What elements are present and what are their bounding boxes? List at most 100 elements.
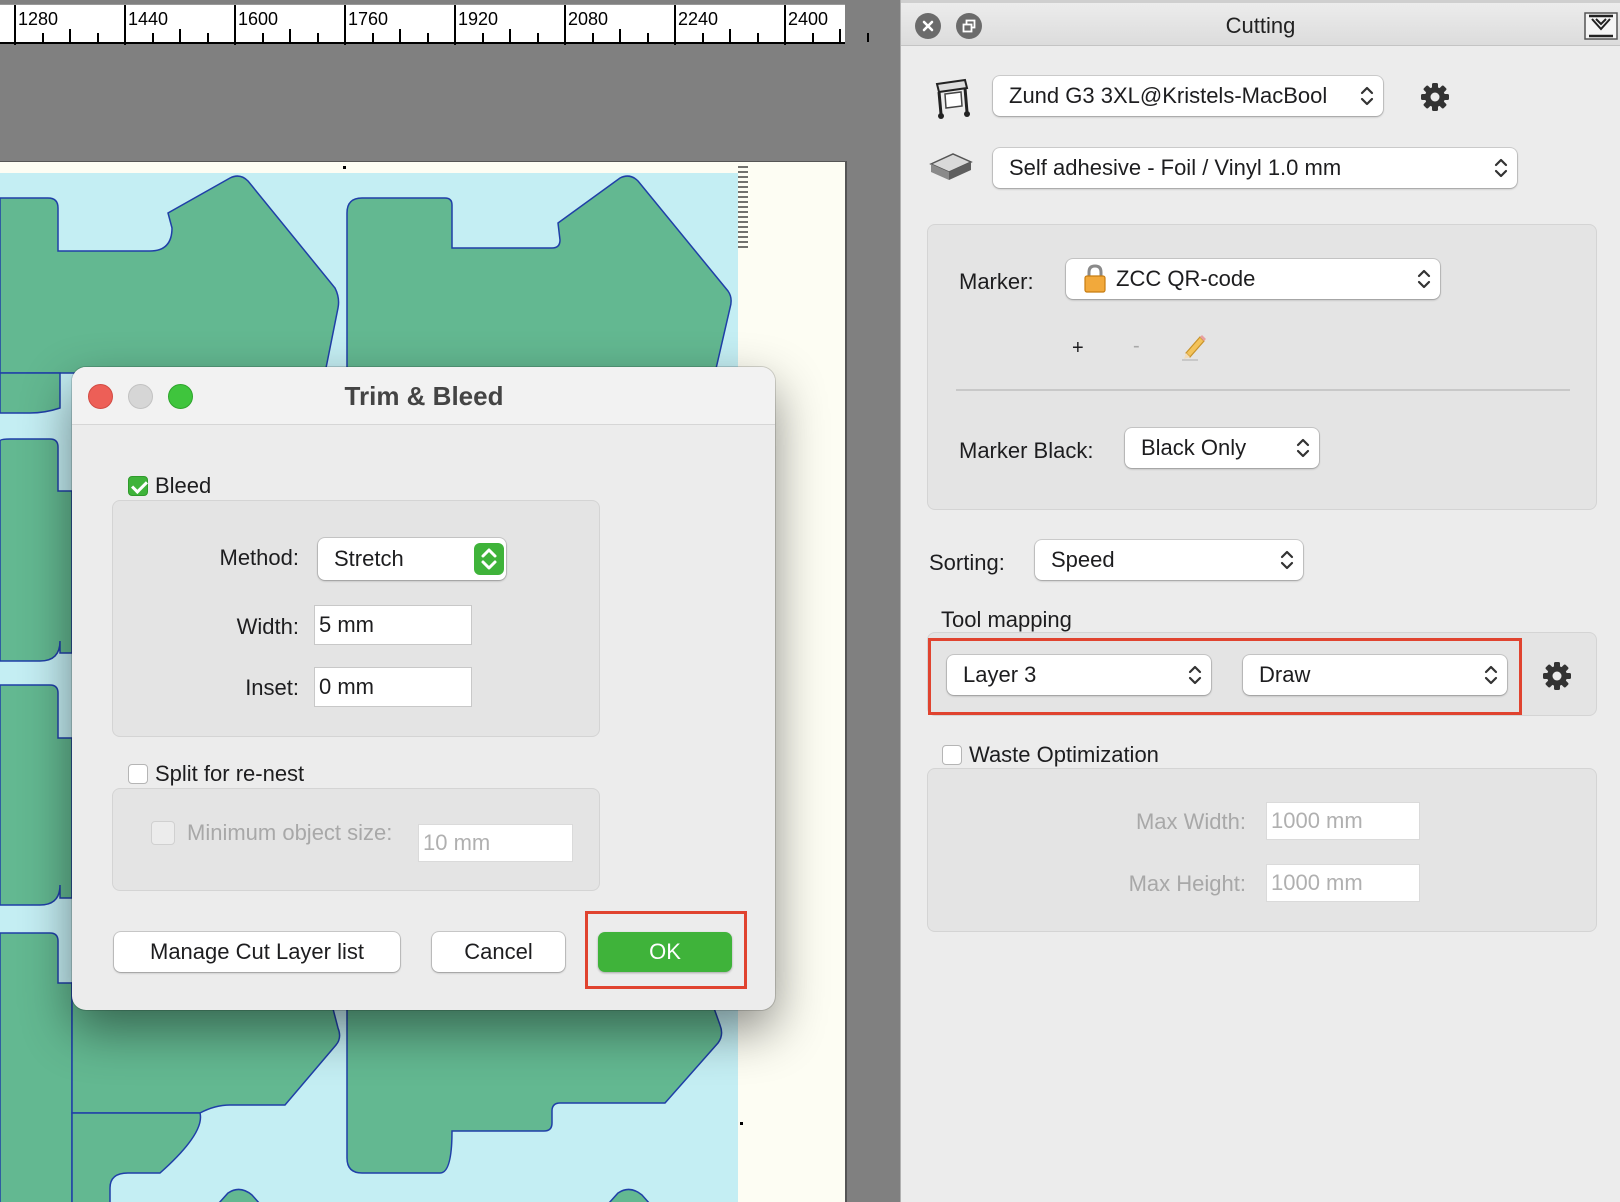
- max-height-input[interactable]: 1000 mm: [1266, 864, 1420, 902]
- ruler-label: 1440: [128, 9, 169, 29]
- ruler-label: 1280: [18, 9, 59, 29]
- remove-marker-button[interactable]: -: [1133, 335, 1140, 358]
- ruler-major-tick: [674, 5, 676, 45]
- marker-value: ZCC QR-code: [1116, 266, 1256, 291]
- registration-mark: [343, 166, 346, 169]
- ruler-minor-tick: [811, 33, 814, 42]
- ruler-minor-tick: [289, 29, 291, 42]
- lock-icon: [1084, 264, 1106, 293]
- dialog-titlebar[interactable]: Trim & Bleed: [72, 367, 775, 425]
- panel-titlebar[interactable]: Cutting: [901, 0, 1620, 46]
- ruler-minor-tick: [591, 33, 594, 42]
- marker-black-label: Marker Black:: [959, 438, 1094, 463]
- tool-mapping-settings-gear-icon[interactable]: [1541, 660, 1573, 692]
- material-select[interactable]: Self adhesive - Foil / Vinyl 1.0 mm: [993, 148, 1517, 188]
- ruler-minor-tick: [41, 33, 44, 42]
- ruler-label: 1600: [238, 9, 279, 29]
- chevron-updown-icon: [1296, 438, 1310, 458]
- min-object-size-input[interactable]: 10 mm: [418, 824, 573, 862]
- ruler-major-tick: [124, 5, 126, 45]
- registration-mark: [740, 1122, 743, 1125]
- ruler-major-tick: [564, 5, 566, 45]
- max-width-label: Max Width:: [1135, 809, 1246, 834]
- bleed-checkbox[interactable]: [128, 476, 148, 496]
- bleed-label: Bleed: [155, 473, 212, 498]
- max-width-input[interactable]: 1000 mm: [1266, 802, 1420, 840]
- method-select[interactable]: Stretch: [318, 538, 506, 580]
- ruler-minor-tick: [839, 29, 841, 42]
- ruler-label: 2080: [568, 9, 609, 29]
- material-value: Self adhesive - Foil / Vinyl 1.0 mm: [1009, 155, 1342, 180]
- marker-strip: [738, 166, 748, 251]
- chevron-updown-icon: [1417, 269, 1431, 289]
- waste-optimization-label: Waste Optimization: [969, 742, 1159, 767]
- dialog-title: Trim & Bleed: [344, 381, 504, 411]
- ok-highlight: [585, 911, 747, 989]
- split-group: Minimum object size: 10 mm: [112, 788, 600, 891]
- ruler-minor-tick: [151, 33, 154, 42]
- ruler-minor-tick: [316, 33, 319, 42]
- material-icon: [929, 153, 973, 180]
- bleed-group: Method: Stretch Width: 5 mm Inset: 0 mm: [112, 500, 600, 737]
- method-value: Stretch: [334, 546, 404, 571]
- ruler-minor-tick: [536, 33, 539, 42]
- ruler-major-tick: [784, 5, 786, 45]
- ruler-minor-tick: [509, 29, 511, 42]
- ruler-minor-tick: [646, 33, 649, 42]
- trim-bleed-dialog: Trim & Bleed Bleed Method: Stretch Width…: [72, 367, 775, 1010]
- ruler-minor-tick: [426, 33, 429, 42]
- marker-black-select[interactable]: Black Only: [1125, 428, 1319, 468]
- inset-input[interactable]: 0 mm: [314, 667, 472, 707]
- sorting-label: Sorting:: [929, 550, 1005, 575]
- ruler-label: 1760: [348, 9, 389, 29]
- min-object-size-checkbox[interactable]: [151, 821, 175, 845]
- ruler-minor-tick: [399, 29, 401, 42]
- ruler-minor-tick: [206, 33, 209, 42]
- ruler-minor-tick: [481, 33, 484, 42]
- sorting-value: Speed: [1051, 547, 1115, 572]
- inset-label: Inset:: [245, 675, 299, 700]
- chevron-updown-icon: [1494, 158, 1508, 178]
- cancel-button[interactable]: Cancel: [432, 932, 565, 972]
- method-label: Method:: [219, 545, 300, 570]
- waste-optimization-checkbox[interactable]: [942, 745, 962, 765]
- sorting-select[interactable]: Speed: [1035, 540, 1303, 580]
- ruler-minor-tick: [729, 29, 731, 42]
- panel-menu-icon[interactable]: [1584, 11, 1618, 41]
- width-label: Width:: [236, 614, 299, 639]
- max-height-label: Max Height:: [1128, 871, 1246, 896]
- tool-mapping-label: Tool mapping: [941, 607, 1072, 632]
- ruler-major-tick: [234, 5, 236, 45]
- chevron-updown-icon: [1280, 550, 1294, 570]
- marker-group: Marker: ZCC QR-code + - Marker Black: Bl…: [927, 224, 1597, 510]
- ruler-minor-tick: [866, 33, 869, 42]
- ruler-minor-tick: [96, 33, 99, 42]
- ruler-minor-tick: [69, 29, 71, 42]
- marker-select[interactable]: ZCC QR-code: [1066, 259, 1440, 299]
- horizontal-ruler: 1280 1440 1600 1760 1920 2080 2240 2400: [0, 4, 869, 45]
- manage-cut-layer-list-button[interactable]: Manage Cut Layer list: [114, 932, 400, 972]
- marker-label: Marker:: [959, 269, 1034, 294]
- device-settings-gear-icon[interactable]: [1419, 81, 1451, 113]
- ruler-minor-tick: [619, 29, 621, 42]
- ruler-minor-tick: [701, 33, 704, 42]
- split-renest-label: Split for re-nest: [155, 761, 305, 786]
- ruler-minor-tick: [261, 33, 264, 42]
- chevron-updown-icon: [474, 543, 504, 575]
- cutting-panel: Cutting Zund G3 3XL@Kristels-MacBool Sel…: [900, 0, 1620, 1202]
- ruler-label: 2240: [678, 9, 719, 29]
- device-select[interactable]: Zund G3 3XL@Kristels-MacBool: [993, 76, 1383, 116]
- pencil-edit-icon[interactable]: [1180, 331, 1208, 361]
- ruler-label: 2400: [788, 9, 829, 29]
- marker-black-value: Black Only: [1141, 435, 1247, 460]
- panel-title: Cutting: [1225, 13, 1296, 38]
- ruler-major-tick: [14, 5, 16, 45]
- add-marker-button[interactable]: +: [1072, 337, 1084, 360]
- waste-optimization-group: Max Width: 1000 mm Max Height: 1000 mm: [927, 768, 1597, 932]
- split-renest-checkbox[interactable]: [128, 764, 148, 784]
- width-input[interactable]: 5 mm: [314, 605, 472, 645]
- tool-mapping-highlight: [928, 638, 1522, 715]
- min-object-size-label: Minimum object size:: [187, 820, 393, 845]
- ruler-major-tick: [344, 5, 346, 45]
- chevron-updown-icon: [1360, 86, 1374, 106]
